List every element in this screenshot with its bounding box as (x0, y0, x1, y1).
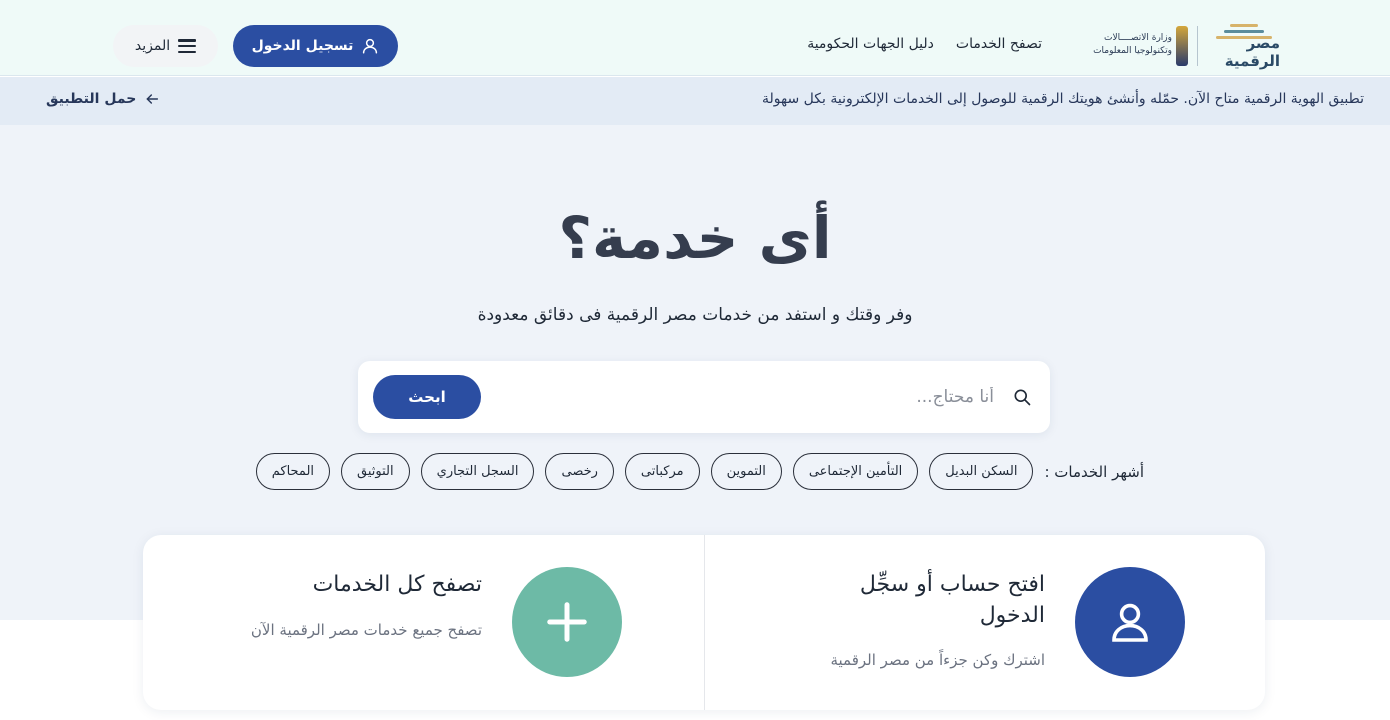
account-card-title: افتح حساب أو سجِّل الدخول (859, 572, 1045, 628)
hero-subtitle: وفر وقتك و استفد من خدمات مصر الرقمية فى… (477, 305, 913, 325)
popular-services-label: أشهر الخدمات : (1044, 462, 1144, 481)
nav-government-directory[interactable]: دليل الجهات الحكومية (807, 36, 934, 52)
chip-courts[interactable]: المحاكم (255, 453, 331, 490)
hero-title: أى خدمة؟ (558, 204, 832, 272)
chip-my-licenses[interactable]: رخصى (545, 453, 614, 490)
more-button-label: المزيد (134, 38, 171, 54)
search-box: ابحث (358, 361, 1050, 433)
logo-mark-icon (1214, 22, 1274, 39)
account-card-circle (1075, 567, 1185, 677)
popular-services: أشهر الخدمات : السكن البديل التأمين الإج… (255, 453, 1144, 490)
search-input[interactable] (634, 379, 994, 415)
logo-text: مصر الرقمية (1224, 34, 1280, 70)
arrow-left-icon (146, 94, 159, 104)
action-cards: افتح حساب أو سجِّل الدخول اشترك وكن جزءا… (143, 535, 1265, 710)
account-card-description: اشترك وكن جزءاً من مصر الرقمية (830, 651, 1045, 669)
hamburger-icon (178, 39, 197, 53)
logo-block[interactable]: مصر الرقمية وزارة الاتصــــالات وتكنولوج… (1093, 20, 1280, 72)
chip-social-insurance[interactable]: التأمين الإجتماعى (792, 453, 919, 490)
chip-alternative-housing[interactable]: السكن البديل (929, 453, 1034, 490)
browse-card-title: تصفح كل الخدمات (312, 572, 482, 597)
search-button[interactable]: ابحث (373, 375, 481, 419)
site-header: مصر الرقمية وزارة الاتصــــالات وتكنولوج… (0, 0, 1390, 76)
announcement-text: تطبيق الهوية الرقمية متاح الآن. حمّله وأ… (762, 91, 1364, 107)
user-icon (1112, 603, 1148, 642)
ministry-emblem-icon (1176, 26, 1188, 66)
search-icon (1014, 389, 1031, 406)
main-nav: تصفح الخدمات دليل الجهات الحكومية (807, 36, 1042, 52)
browse-card-description: تصفح جميع خدمات مصر الرقمية الآن (250, 621, 482, 639)
plus-icon (547, 602, 587, 642)
ministry-logo: وزارة الاتصــــالات وتكنولوجيا المعلومات (1093, 26, 1188, 68)
chip-supply[interactable]: التموين (710, 453, 782, 490)
announcement-bar: تطبيق الهوية الرقمية متاح الآن. حمّله وأ… (0, 77, 1390, 125)
chip-notarization[interactable]: التوثيق (341, 453, 410, 490)
ministry-text: وزارة الاتصــــالات وتكنولوجيا المعلومات (1093, 32, 1172, 58)
download-app-link[interactable]: حمل التطبيق (46, 91, 160, 107)
nav-browse-services[interactable]: تصفح الخدمات (956, 36, 1042, 52)
download-app-label: حمل التطبيق (46, 91, 137, 107)
more-menu-button[interactable]: المزيد (113, 25, 218, 67)
ministry-line-2: وتكنولوجيا المعلومات (1093, 46, 1172, 56)
chip-commercial-register[interactable]: السجل التجاري (420, 453, 535, 490)
browse-services-card[interactable]: تصفح كل الخدمات تصفح جميع خدمات مصر الرق… (143, 535, 704, 710)
browse-card-circle (512, 567, 622, 677)
login-button-label: تسجيل الدخول (251, 38, 354, 54)
card-divider (704, 535, 705, 710)
login-button[interactable]: تسجيل الدخول (233, 25, 398, 67)
digital-egypt-logo[interactable]: مصر الرقمية (1208, 22, 1280, 70)
chip-my-vehicles[interactable]: مركباتى (624, 453, 700, 490)
ministry-line-1: وزارة الاتصــــالات (1104, 33, 1172, 43)
account-card[interactable]: افتح حساب أو سجِّل الدخول اشترك وكن جزءا… (704, 535, 1265, 710)
logo-divider (1197, 26, 1198, 66)
user-icon (363, 38, 378, 54)
